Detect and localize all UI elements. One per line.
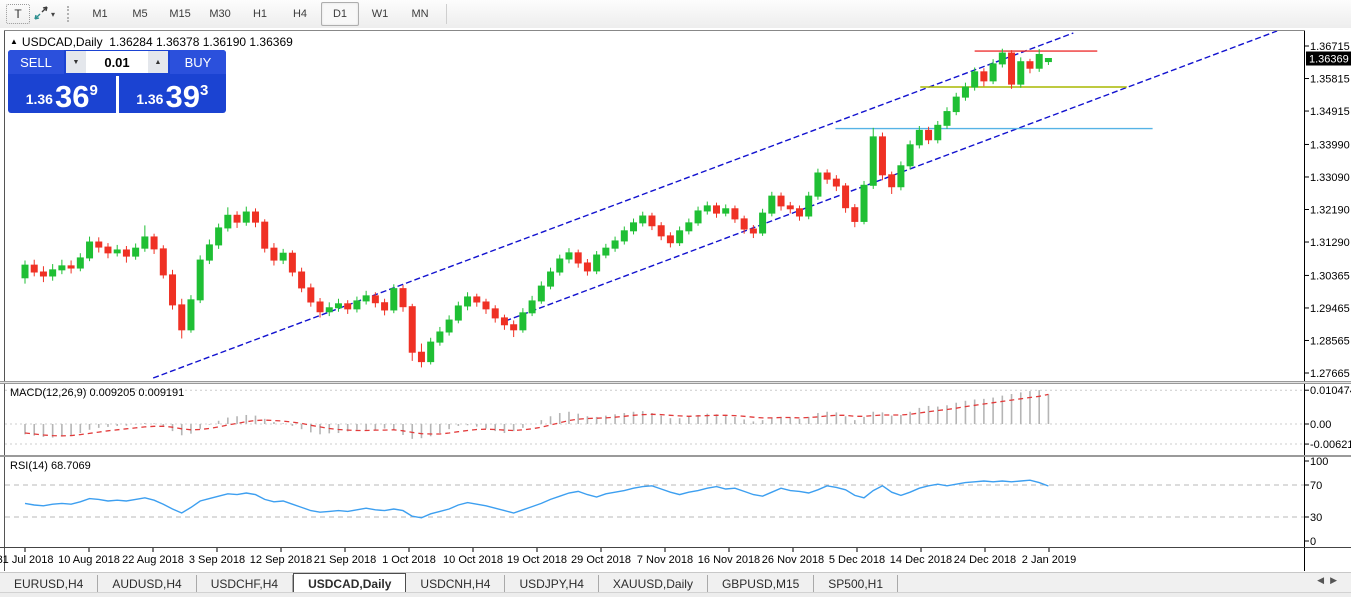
status-strip [0, 592, 1351, 597]
date-tick-label: 29 Oct 2018 [571, 554, 631, 566]
tab-scroll-buttons: ◀▶ [1317, 575, 1343, 586]
date-tick-label: 10 Oct 2018 [443, 554, 503, 566]
date-tick-label: 16 Nov 2018 [698, 554, 760, 566]
axis-tick-label: 1.31290 [1310, 237, 1350, 249]
chart-ohlc-values: 1.36284 1.36378 1.36190 1.36369 [109, 35, 293, 49]
tab-gbpusd-m15[interactable]: GBPUSD,M15 [708, 575, 815, 593]
tab-sp500-h1[interactable]: SP500,H1 [814, 575, 898, 593]
sell-price-prefix: 1.36 [25, 91, 53, 107]
axis-tick-label: -0.006218 [1310, 439, 1351, 451]
chart-tab-bar: EURUSD,H4 AUDUSD,H4 USDCHF,H4 USDCAD,Daily U… [0, 572, 1351, 593]
lot-decrease-button[interactable]: ▼ [66, 51, 86, 73]
timeframe-button-m5[interactable]: M5 [121, 2, 159, 26]
date-tick-label: 26 Nov 2018 [762, 554, 824, 566]
chart-symbol-label: USDCAD,Daily [21, 35, 103, 49]
toolbar-grip [67, 6, 72, 22]
expand-indicator-icon: ▲ [10, 37, 18, 46]
date-tick-label: 31 Jul 2018 [0, 554, 53, 566]
timeframe-button-m15[interactable]: M15 [161, 2, 199, 26]
date-tick-label: 2 Jan 2019 [1022, 554, 1076, 566]
axis-tick-label: 1.29465 [1310, 303, 1350, 315]
axis-tick-label: 1.33090 [1310, 172, 1350, 184]
date-tick-label: 5 Dec 2018 [829, 554, 885, 566]
toolbar-separator [446, 4, 448, 24]
axis-tick-label: 70 [1310, 480, 1322, 492]
mt4-window: T ▾ M1 M5 M15 M30 H1 H4 D1 W1 MN 1.36715 1.35815 1… [0, 0, 1351, 597]
tab-scroll-right-icon[interactable]: ▶ [1330, 575, 1343, 585]
date-tick-label: 21 Sep 2018 [314, 554, 376, 566]
tab-usdchf-h4[interactable]: USDCHF,H4 [197, 575, 294, 593]
buy-price-big: 39 [165, 79, 200, 113]
tab-usdcad-daily[interactable]: USDCAD,Daily [293, 573, 407, 593]
timeframe-button-d1[interactable]: D1 [321, 2, 360, 26]
tab-audusd-h4[interactable]: AUDUSD,H4 [98, 575, 197, 593]
text-tool-icon[interactable]: T [6, 4, 30, 24]
tab-xauusd-daily[interactable]: XAUUSD,Daily [599, 575, 708, 593]
timeframe-button-h1[interactable]: H1 [241, 2, 279, 26]
axis-tick-label: 30 [1310, 512, 1322, 524]
axis-tick-label: 0 [1310, 536, 1316, 548]
sell-price-pip: 9 [89, 82, 98, 99]
date-tick-label: 3 Sep 2018 [189, 554, 245, 566]
lot-size-input[interactable] [86, 51, 148, 73]
date-tick-label: 1 Oct 2018 [382, 554, 436, 566]
axis-tick-label: 1.28565 [1310, 335, 1350, 347]
arrows-tool-button[interactable]: ▾ [32, 2, 56, 26]
buy-price-pip: 3 [199, 82, 209, 99]
toolbar: T ▾ M1 M5 M15 M30 H1 H4 D1 W1 MN [0, 0, 1351, 29]
timeframe-button-w1[interactable]: W1 [361, 2, 399, 26]
date-tick-label: 10 Aug 2018 [58, 554, 120, 566]
axis-tick-label: 1.35815 [1310, 74, 1350, 86]
date-tick-label: 14 Dec 2018 [890, 554, 952, 566]
sell-price-button[interactable]: 1.36 36 9 [8, 76, 116, 113]
axis-tick-label: 1.30365 [1310, 270, 1350, 282]
sell-price-big: 36 [54, 79, 90, 113]
tab-usdcnh-h4[interactable]: USDCNH,H4 [406, 575, 506, 593]
timeframe-button-mn[interactable]: MN [401, 2, 439, 26]
date-tick-label: 24 Dec 2018 [954, 554, 1016, 566]
timeframe-button-m30[interactable]: M30 [201, 2, 239, 26]
rsi-label: RSI(14) 68.7069 [10, 460, 91, 472]
axis-tick-label: 100 [1310, 456, 1328, 468]
tab-scroll-left-icon[interactable]: ◀ [1317, 575, 1330, 585]
buy-price-button[interactable]: 1.36 39 3 [119, 76, 227, 113]
axis-tick-label: 1.32190 [1310, 204, 1350, 216]
axis-tick-label: 1.36369 [1309, 54, 1349, 66]
axis-tick-label: 1.33990 [1310, 139, 1350, 151]
axis-tick-label: 1.36715 [1310, 41, 1350, 53]
chevron-down-icon: ▾ [51, 9, 56, 19]
axis-tick-label: 1.27665 [1310, 368, 1350, 380]
date-tick-label: 19 Oct 2018 [507, 554, 567, 566]
timeframe-button-m1[interactable]: M1 [81, 2, 119, 26]
timeframe-button-h4[interactable]: H4 [281, 2, 319, 26]
chart-title: ▲ USDCAD,Daily 1.36284 1.36378 1.36190 1.… [10, 35, 293, 49]
arrows-tool-icon [33, 5, 49, 23]
one-click-trading-panel: SELL ▼ ▲ BUY 1.36 36 9 1.36 39 3 [8, 50, 226, 113]
date-tick-label: 7 Nov 2018 [637, 554, 693, 566]
macd-label: MACD(12,26,9) 0.009205 0.009191 [10, 387, 185, 399]
axis-tick-label: 0.00 [1310, 419, 1331, 431]
axis-tick-label: 0.010474 [1310, 385, 1351, 397]
date-tick-label: 22 Aug 2018 [122, 554, 184, 566]
lot-size-control: ▼ ▲ [66, 51, 168, 73]
buy-button[interactable]: BUY [170, 50, 226, 74]
axis-tick-label: 1.34915 [1310, 106, 1350, 118]
buy-price-prefix: 1.36 [136, 91, 164, 107]
tab-eurusd-h4[interactable]: EURUSD,H4 [0, 575, 99, 593]
lot-increase-button[interactable]: ▲ [148, 51, 168, 73]
tab-usdjpy-h4[interactable]: USDJPY,H4 [505, 575, 599, 593]
date-tick-label: 12 Sep 2018 [250, 554, 312, 566]
timeframe-bar: M1 M5 M15 M30 H1 H4 D1 W1 MN [80, 2, 440, 26]
sell-button[interactable]: SELL [8, 50, 64, 74]
